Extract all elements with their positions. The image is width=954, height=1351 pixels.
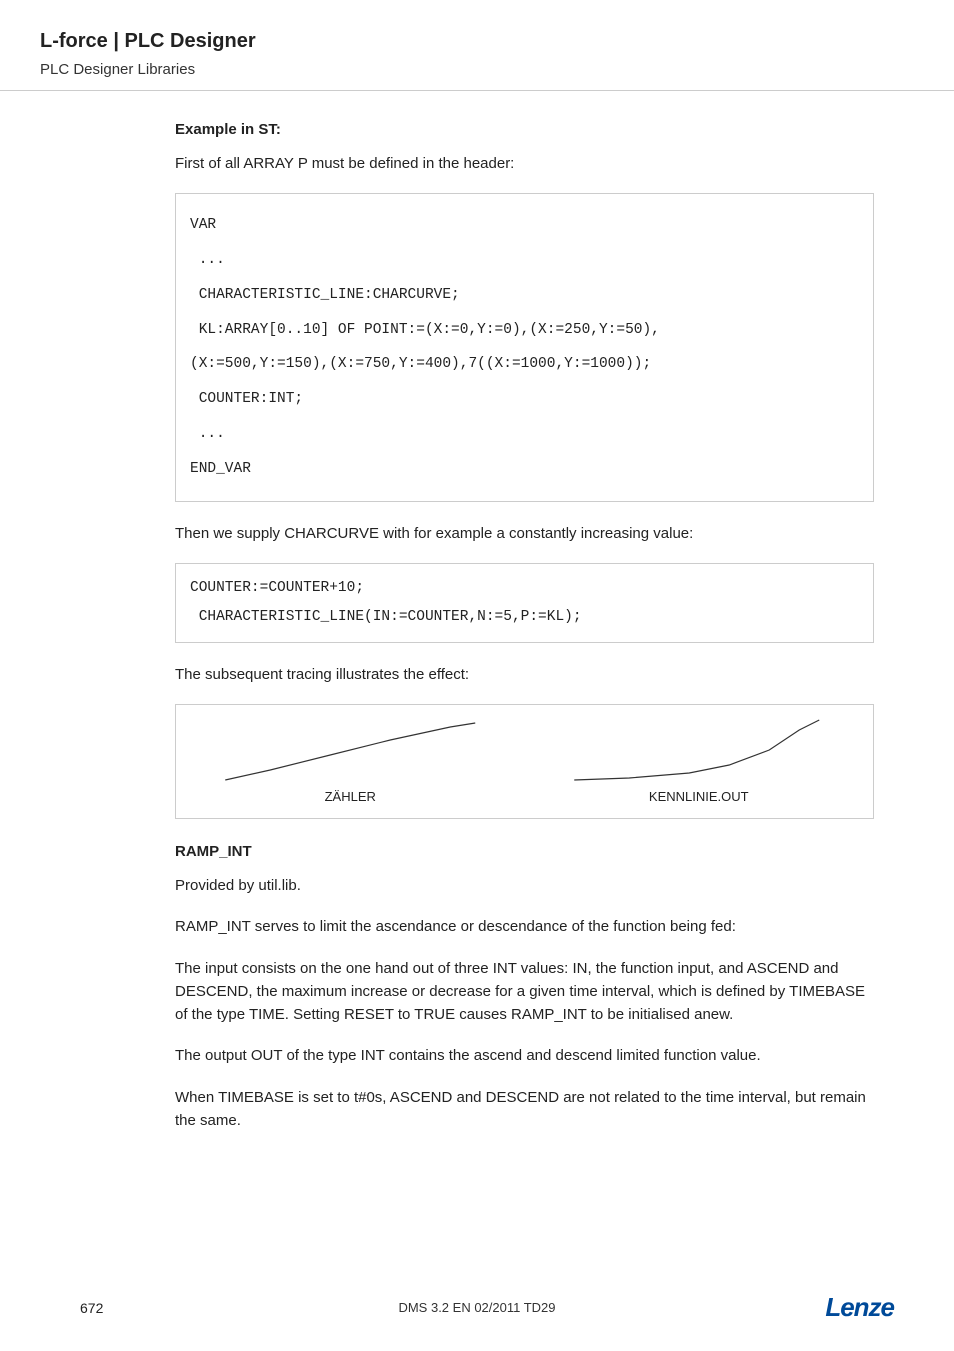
example-after: Then we supply CHARCURVE with for exampl…	[175, 522, 874, 545]
ramp-p5: When TIMEBASE is set to t#0s, ASCEND and…	[175, 1086, 874, 1133]
ramp-p4: The output OUT of the type INT contains …	[175, 1044, 874, 1067]
page-header: L-force | PLC Designer PLC Designer Libr…	[0, 0, 954, 91]
tracing-text: The subsequent tracing illustrates the e…	[175, 663, 874, 686]
footer-doc-id: DMS 3.2 EN 02/2011 TD29	[398, 1300, 555, 1315]
example-heading: Example in ST:	[175, 121, 874, 138]
page-number: 672	[80, 1300, 103, 1316]
tracing-figure: ZÄHLER KENNLINIE.OUT	[175, 704, 874, 819]
zahler-curve-icon	[186, 715, 515, 785]
code-block-supply: COUNTER:=COUNTER+10; CHARACTERISTIC_LINE…	[175, 563, 874, 643]
ramp-int-heading: RAMP_INT	[175, 843, 874, 860]
figure-label-right: KENNLINIE.OUT	[535, 789, 864, 804]
ramp-p3: The input consists on the one hand out o…	[175, 957, 874, 1027]
code-block-var: VAR ... CHARACTERISTIC_LINE:CHARCURVE; K…	[175, 193, 874, 501]
figure-label-left: ZÄHLER	[186, 789, 515, 804]
header-title: L-force | PLC Designer	[40, 30, 914, 53]
page-content: Example in ST: First of all ARRAY P must…	[0, 91, 954, 1132]
page-footer: 672 DMS 3.2 EN 02/2011 TD29 Lenze	[0, 1292, 954, 1323]
figure-left: ZÄHLER	[186, 715, 515, 804]
lenze-logo: Lenze	[825, 1292, 894, 1323]
example-intro: First of all ARRAY P must be defined in …	[175, 152, 874, 175]
figure-right: KENNLINIE.OUT	[535, 715, 864, 804]
ramp-p2: RAMP_INT serves to limit the ascendance …	[175, 915, 874, 938]
kennlinie-curve-icon	[535, 715, 864, 785]
header-subtitle: PLC Designer Libraries	[40, 61, 914, 78]
ramp-p1: Provided by util.lib.	[175, 874, 874, 897]
